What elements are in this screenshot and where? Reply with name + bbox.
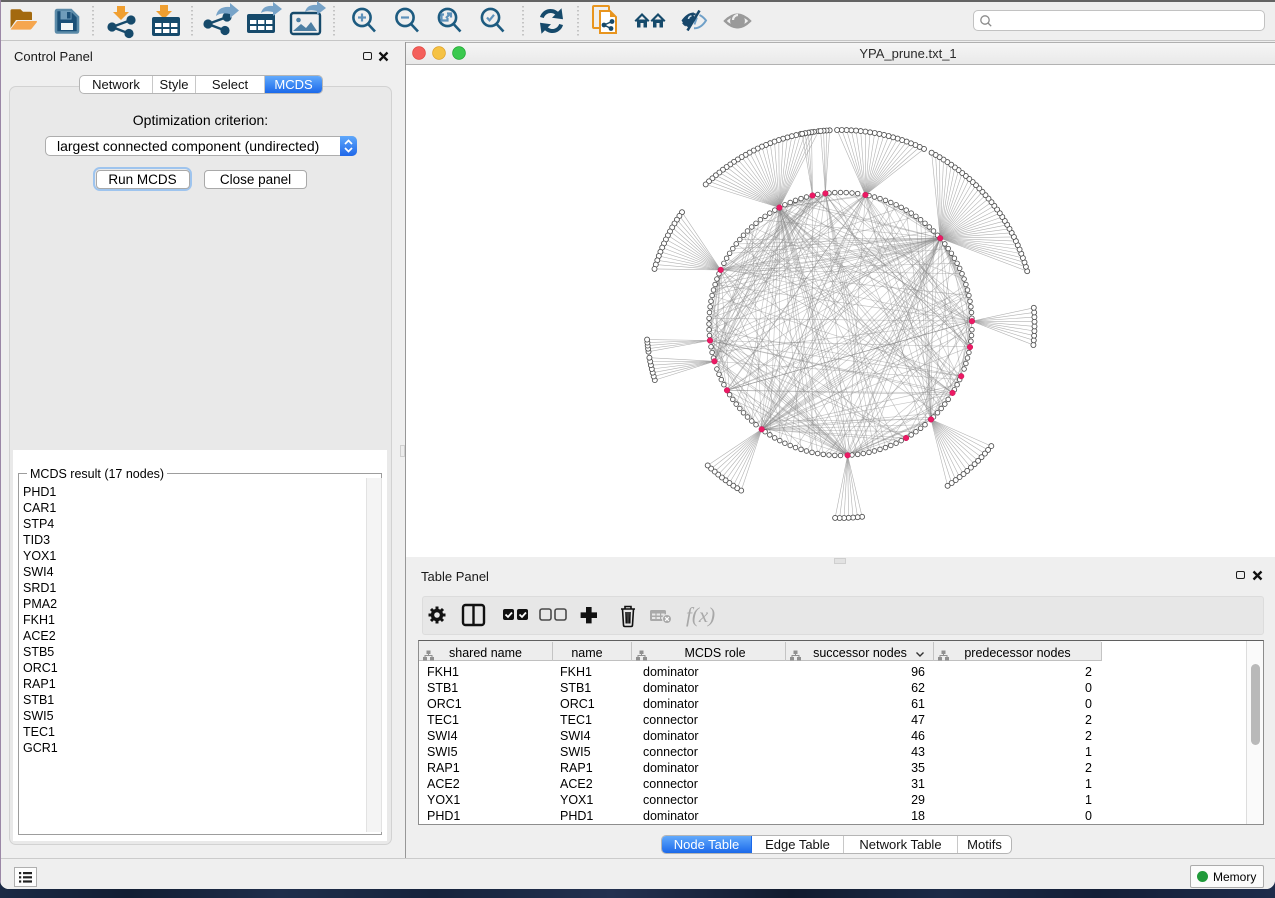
svg-text:f(x): f(x)	[686, 603, 715, 627]
